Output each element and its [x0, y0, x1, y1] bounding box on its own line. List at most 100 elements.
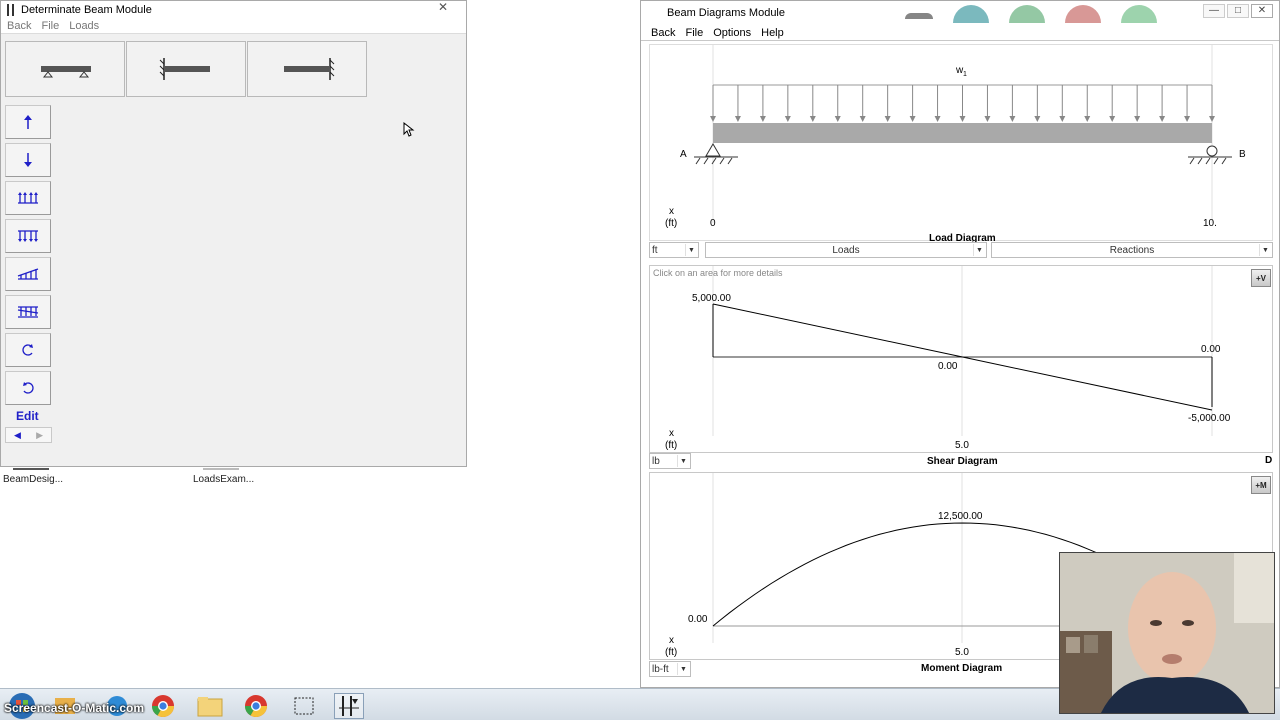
x-unit-label: (ft) [665, 647, 677, 658]
force-unit-select[interactable]: lb ▼ [649, 453, 691, 469]
beam-app-icon [339, 696, 359, 716]
load-arrow-head [1109, 116, 1116, 122]
title-bar: Beam Diagrams Module — □ ✕ [641, 1, 1279, 25]
taskbar-snip-button[interactable] [289, 693, 319, 719]
shear-right-tag[interactable]: D [1265, 455, 1272, 466]
x-axis-label: x [669, 428, 674, 439]
simply-supported-icon [41, 66, 91, 78]
close-button[interactable]: ✕ [1251, 4, 1273, 18]
load-arrow-head [1159, 116, 1166, 122]
load-arrow-head [784, 116, 791, 122]
moment-cw-button[interactable] [5, 371, 51, 405]
desktop-icon-label: BeamDesig... [3, 474, 64, 485]
menu-options[interactable]: Options [713, 27, 751, 39]
desktop-icon-label: LoadsExam... [193, 474, 255, 485]
x-axis-label: x [669, 635, 674, 646]
varying-load-down-button[interactable] [5, 295, 51, 329]
distributed-down-icon [18, 230, 38, 242]
moment-max-label: 12,500.00 [938, 511, 983, 522]
taskbar-beam-button[interactable] [334, 693, 364, 719]
uniform-load-down-button[interactable] [5, 219, 51, 253]
load-arrow-head [1059, 116, 1066, 122]
shear-diagram-panel[interactable]: 5,000.00 0.00 0.00 -5,000.00 x (ft) 5.0 [649, 265, 1273, 453]
loads-select[interactable]: Loads ▼ [705, 242, 987, 258]
load-diagram-svg: w 1 A B x (ft) 0 10. [665, 45, 1246, 229]
point-load-down-button[interactable] [5, 143, 51, 177]
load-subscript: 1 [963, 71, 967, 78]
ground-hatch-b [1189, 157, 1227, 165]
load-options-row: ft ▼ Loads ▼ Reactions ▼ [649, 242, 1273, 258]
menu-bar: Back File Options Help [641, 25, 1279, 41]
edit-label[interactable]: Edit [16, 409, 39, 423]
chevron-down-icon: ▼ [677, 455, 689, 467]
arrow-left-icon [905, 13, 933, 19]
minimize-button[interactable]: — [1203, 4, 1225, 18]
shear-diagram-caption: Shear Diagram [927, 456, 998, 467]
edit-scroller[interactable]: ◀ ▶ [5, 427, 52, 443]
menu-back[interactable]: Back [651, 27, 675, 39]
presenter-video-image [1060, 553, 1274, 713]
screenshot-icon [294, 697, 314, 715]
moment-unit-select[interactable]: lb-ft ▼ [649, 661, 691, 677]
roller-support-icon [1206, 145, 1218, 157]
menu-file[interactable]: File [685, 27, 703, 39]
close-button[interactable]: ✕ [430, 1, 456, 15]
load-diagram-panel[interactable]: w 1 A B x (ft) 0 10. [649, 44, 1273, 241]
cantilever-left-button[interactable] [126, 41, 246, 97]
moment-sign-button[interactable]: +M [1251, 476, 1271, 494]
varying-load-down-icon [17, 306, 39, 318]
taskbar-chrome-button-2[interactable] [241, 693, 271, 719]
window-controls: — □ ✕ [1203, 4, 1273, 18]
shear-hint: Click on an area for more details [653, 268, 783, 278]
load-arrow-head [909, 116, 916, 122]
load-arrow-head [809, 116, 816, 122]
chevron-down-icon: ▼ [685, 244, 697, 256]
x-mid-label: 5.0 [955, 647, 969, 658]
shear-min-label: -5,000.00 [1188, 413, 1231, 424]
moment-start-label: 0.00 [688, 614, 708, 625]
moment-ccw-button[interactable] [5, 333, 51, 367]
reactions-select[interactable]: Reactions ▼ [991, 242, 1273, 258]
rotate-cw-icon [23, 382, 34, 394]
mouse-cursor-icon [403, 122, 415, 137]
maximize-button[interactable]: □ [1227, 4, 1249, 18]
arrow-down-icon [24, 153, 32, 167]
load-arrow-head [834, 116, 841, 122]
distributed-load-arrows [710, 85, 1215, 122]
menu-help[interactable]: Help [761, 27, 784, 39]
load-arrow-head [934, 116, 941, 122]
menu-back[interactable]: Back [7, 20, 31, 32]
recorder-watermark: Screencast-O-Matic.com [4, 701, 145, 715]
menu-loads[interactable]: Loads [69, 20, 99, 32]
webcam-overlay [1059, 552, 1275, 714]
point-load-up-button[interactable] [5, 105, 51, 139]
cantilever-right-button[interactable] [247, 41, 367, 97]
scroll-left-icon[interactable]: ◀ [14, 430, 21, 441]
load-arrow-head [1134, 116, 1141, 122]
chrome-icon [245, 695, 267, 717]
window-title: Beam Diagrams Module [667, 7, 785, 19]
support-a-label: A [680, 149, 687, 160]
uniform-load-up-button[interactable] [5, 181, 51, 215]
chevron-down-icon: ▼ [1259, 244, 1271, 256]
x-start-label: 0 [710, 218, 716, 229]
background-app-icon [1009, 5, 1045, 23]
taskbar-chrome-button[interactable] [148, 693, 178, 719]
background-app-icon [953, 5, 989, 23]
select-value: Loads [832, 244, 860, 256]
simply-supported-button[interactable] [5, 41, 125, 97]
x-axis-label: x [669, 206, 674, 217]
select-value: lb-ft [652, 663, 669, 675]
beam-body [713, 123, 1212, 143]
load-arrow-head [1184, 116, 1191, 122]
menu-file[interactable]: File [41, 20, 59, 32]
taskbar-explorer-button[interactable] [195, 693, 225, 719]
length-unit-select[interactable]: ft ▼ [649, 242, 699, 258]
shear-sign-button[interactable]: +V [1251, 269, 1271, 287]
folder-icon [197, 697, 223, 717]
shear-max-label: 5,000.00 [692, 293, 731, 304]
varying-load-up-button[interactable] [5, 257, 51, 291]
support-b-label: B [1239, 149, 1246, 160]
scroll-right-icon[interactable]: ▶ [36, 430, 43, 441]
load-arrow-head [1034, 116, 1041, 122]
